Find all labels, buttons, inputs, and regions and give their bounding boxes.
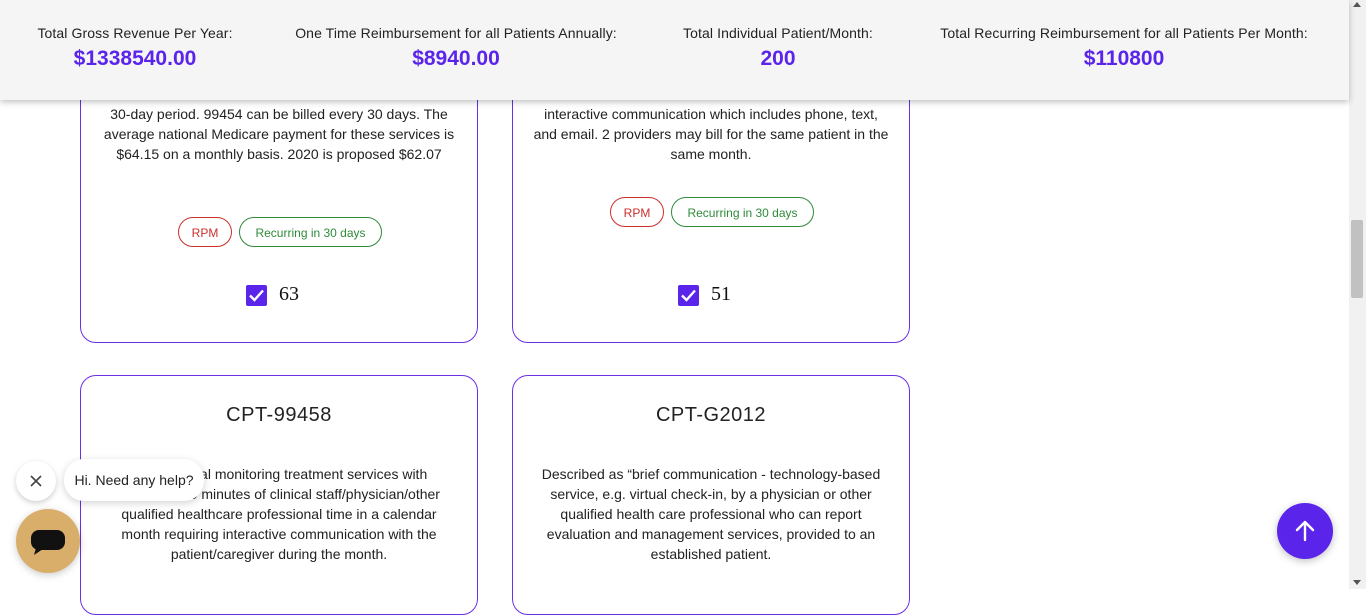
chat-close-button[interactable]: [16, 461, 56, 501]
stat-value: $8940.00: [412, 47, 500, 70]
card-title: CPT-G2012: [655, 404, 767, 426]
scroll-to-top-button[interactable]: [1277, 503, 1333, 559]
chat-launcher-button[interactable]: [16, 509, 80, 573]
stat-value: $110800: [1083, 47, 1165, 70]
card-description: interactive communication which includes…: [533, 106, 889, 162]
stat-gross-revenue: Total Gross Revenue Per Year: $1338540.0…: [36, 25, 234, 71]
card-description: Described as “brief communication - tech…: [541, 466, 881, 562]
stat-label: Total Individual Patient/Month:: [683, 25, 873, 41]
stat-one-time: One Time Reimbursement for all Patients …: [290, 25, 622, 71]
scroll-up-arrow-icon[interactable]: [1353, 2, 1361, 7]
chat-icon: [31, 530, 65, 555]
scroll-down-arrow-icon[interactable]: [1353, 580, 1361, 585]
patient-count: 63: [279, 283, 299, 305]
close-icon: [30, 475, 42, 487]
tag-recurring: Recurring in 30 days: [671, 197, 814, 227]
tag-recurring: Recurring in 30 days: [239, 217, 382, 247]
checkbox-checked-icon[interactable]: [246, 285, 267, 306]
cpt-card: CPT-G2012 Described as “brief communicat…: [512, 375, 910, 615]
stat-recurring: Total Recurring Reimbursement for all Pa…: [934, 25, 1314, 71]
stat-patients: Total Individual Patient/Month: 200: [677, 25, 879, 71]
scrollbar-thumb[interactable]: [1351, 220, 1363, 298]
stat-label: Total Recurring Reimbursement for all Pa…: [940, 25, 1308, 41]
stat-value: $1338540.00: [73, 47, 197, 70]
card-title: CPT-99458: [226, 404, 332, 426]
chat-greeting[interactable]: Hi. Need any help?: [64, 459, 204, 501]
patient-count: 51: [711, 283, 731, 305]
tag-rpm: RPM: [610, 197, 664, 227]
stat-label: Total Gross Revenue Per Year:: [37, 25, 233, 41]
stat-value: 200: [760, 47, 796, 70]
stat-label: One Time Reimbursement for all Patients …: [295, 25, 617, 41]
checkbox-checked-icon[interactable]: [678, 285, 699, 306]
tag-rpm: RPM: [178, 217, 232, 247]
card-description: 30-day period. 99454 can be billed every…: [103, 106, 455, 162]
arrow-up-icon: [1295, 520, 1315, 542]
stats-bar: Total Gross Revenue Per Year: $1338540.0…: [0, 0, 1349, 100]
page-scrollbar[interactable]: [1349, 0, 1366, 589]
